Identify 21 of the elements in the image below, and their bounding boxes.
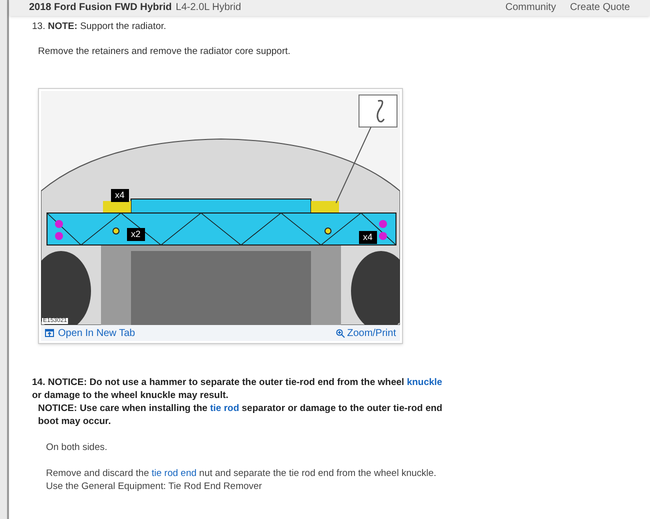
engine-subtitle: L4-2.0L Hybrid	[176, 3, 242, 13]
zoom-in-icon	[336, 328, 346, 338]
step-instruction: On both sides.	[46, 441, 108, 454]
vehicle-title: 2018 Ford Fusion FWD Hybrid	[29, 3, 172, 13]
text-link[interactable]: tie rod	[210, 403, 240, 414]
open-in-new-tab-link[interactable]: Open In New Tab	[45, 326, 136, 340]
text-link[interactable]: tie rod end	[152, 468, 197, 479]
step-instruction: Remove the retainers and remove the radiator core support.	[37, 45, 292, 58]
header-action-link[interactable]: Create Quote	[570, 3, 630, 13]
header-action-link[interactable]: Community	[505, 3, 556, 13]
notice-text: NOTICE: Use care when installing the tie rod separator or damage to the outer tie-rod end boot may occur.	[37, 402, 444, 428]
text-link[interactable]: knuckle	[406, 377, 442, 388]
callout-label: x4	[359, 231, 377, 244]
step-instruction: Remove and discard the tie rod end nut and separate the tie rod end from the wheel knuckle.	[46, 467, 438, 480]
callout-label: x2	[127, 228, 145, 241]
new-tab-icon	[45, 329, 54, 337]
step-note: 13. NOTE: Support the radiator.	[32, 20, 168, 33]
zoom-print-link[interactable]: Zoom/Print	[336, 326, 396, 340]
step-instruction: Use the General Equipment: Tie Rod End Remover	[46, 480, 263, 493]
callout-label: x4	[111, 189, 129, 202]
notice-text: 14. NOTICE: Do not use a hammer to separate the outer tie-rod end from the wheel knuckle or damage to the wheel knuckle may result.	[32, 376, 444, 402]
